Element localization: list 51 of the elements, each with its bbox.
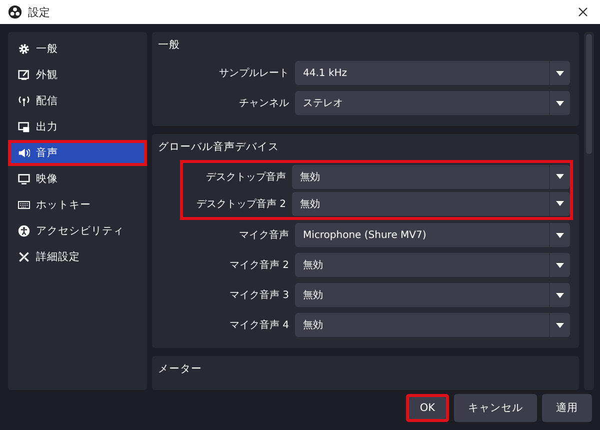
app-logo-icon: [8, 5, 22, 19]
field-label: マイク音声: [238, 228, 289, 242]
dialog-button[interactable]: 適用: [542, 394, 592, 422]
sidebar-item[interactable]: 映像: [8, 166, 147, 192]
sidebar-item[interactable]: 配信: [8, 88, 147, 114]
section-heading: 一般: [158, 38, 181, 52]
caret-icon: [556, 174, 564, 179]
keyboard-icon: [18, 199, 30, 211]
monitor-icon: [18, 173, 30, 185]
caret-icon: [556, 292, 564, 298]
sidebar-item[interactable]: 音声: [8, 140, 147, 166]
caret-icon: [556, 262, 564, 268]
output-icon: [18, 121, 30, 133]
field-label: チャンネル: [238, 97, 289, 110]
dropdown[interactable]: 44.1 kHz: [295, 61, 570, 85]
field-label: マイク音声 2: [228, 258, 289, 272]
field-label: マイク音声 4: [228, 318, 289, 332]
gear-icon: [18, 43, 30, 55]
caret-icon: [556, 201, 564, 206]
field-label: サンプルレート: [218, 66, 289, 80]
dropdown[interactable]: Microphone (Shure MV7): [295, 223, 570, 247]
caret-icon: [556, 70, 564, 76]
access-icon: [18, 225, 30, 237]
field-label: デスクトップ音声: [205, 170, 286, 184]
dropdown[interactable]: 無効: [292, 192, 570, 216]
field-label: デスクトップ音声 2: [195, 198, 286, 210]
field-label: マイク音声 3: [228, 288, 289, 302]
speaker-icon: [18, 147, 30, 159]
dialog-button[interactable]: キャンセル: [454, 394, 537, 422]
section-heading: メーター: [158, 362, 203, 376]
dropdown[interactable]: 無効: [295, 283, 570, 307]
dropdown[interactable]: 無効: [295, 253, 570, 277]
section-heading: グローバル音声デバイス: [158, 140, 280, 154]
dialog-button[interactable]: OK: [406, 394, 449, 422]
dropdown[interactable]: 無効: [292, 164, 570, 188]
sidebar-item[interactable]: 外観: [8, 62, 147, 88]
scrollbar-thumb[interactable]: [586, 34, 592, 154]
caret-icon: [556, 100, 564, 106]
sidebar-item[interactable]: アクセシビリティ: [8, 218, 147, 244]
caret-icon: [556, 232, 564, 238]
sidebar-item[interactable]: 出力: [8, 114, 147, 140]
antenna-icon: [18, 95, 30, 107]
dropdown[interactable]: 無効: [295, 313, 570, 337]
close-icon[interactable]: [578, 7, 588, 17]
window-title: 設定: [28, 4, 50, 20]
scrollbar[interactable]: [584, 32, 594, 390]
sidebar-item[interactable]: 一般: [8, 36, 147, 62]
dropdown[interactable]: ステレオ: [295, 91, 570, 115]
sidebar-item[interactable]: 詳細設定: [8, 244, 147, 270]
caret-icon: [556, 322, 564, 328]
sidebar-item[interactable]: ホットキー: [8, 192, 147, 218]
